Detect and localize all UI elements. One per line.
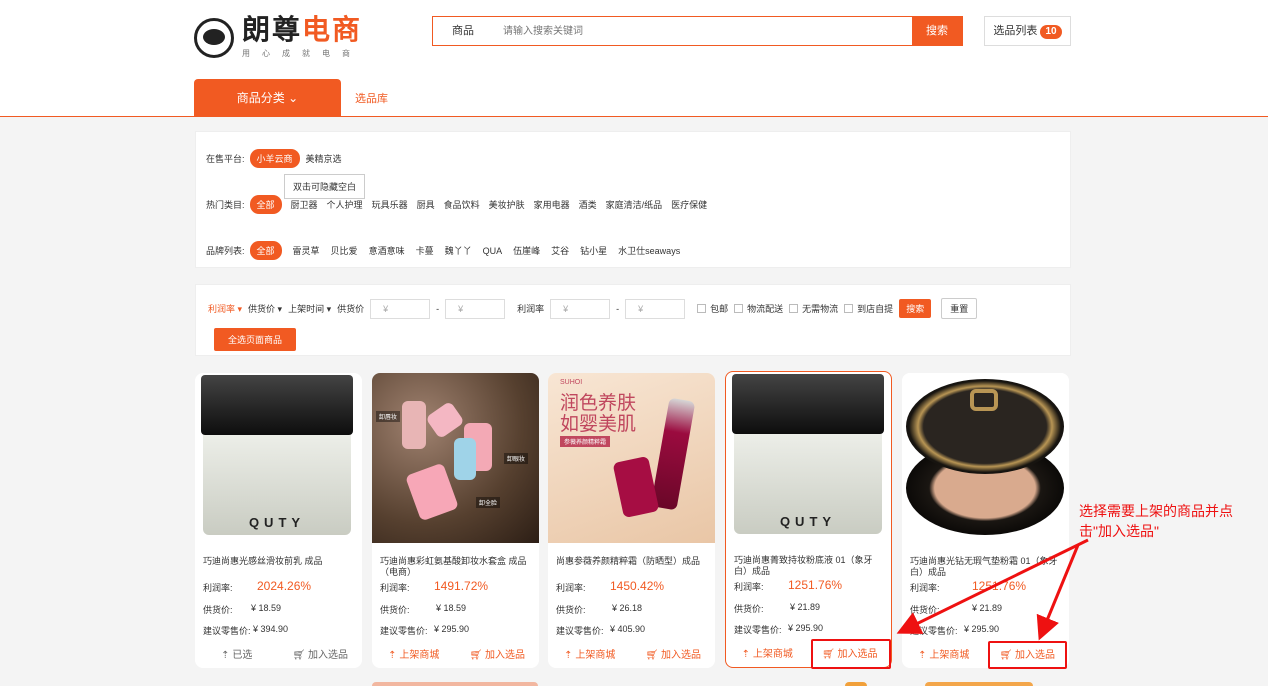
- annotation-text: 选择需要上架的商品并点击"加入选品": [1079, 503, 1233, 539]
- next-row-card: [925, 682, 1033, 686]
- annotation-arrows: [896, 538, 1089, 641]
- next-row-card: [372, 682, 538, 686]
- next-row-card: [845, 682, 867, 686]
